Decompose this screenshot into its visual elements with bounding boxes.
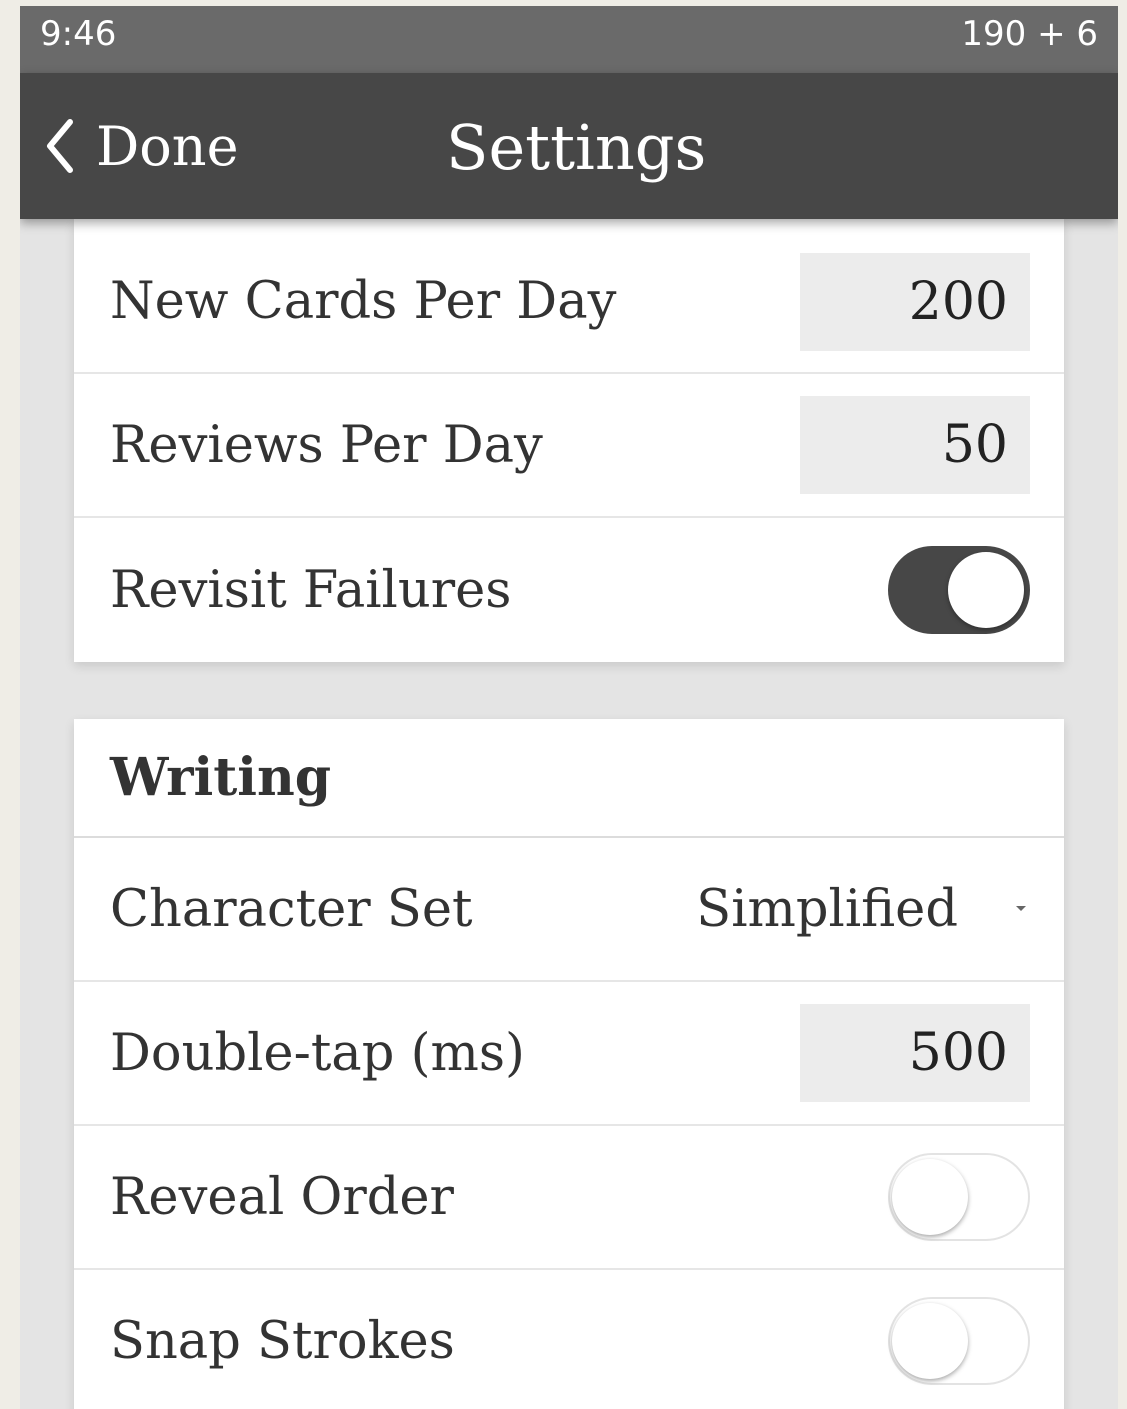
reviews-per-day-label: Reviews Per Day bbox=[110, 415, 543, 475]
toggle-knob bbox=[892, 1159, 968, 1235]
revisit-failures-row: Revisit Failures bbox=[74, 518, 1064, 662]
writing-settings-card: Writing Character Set Simplified Double-… bbox=[74, 719, 1064, 1409]
status-count: 190 + 6 bbox=[961, 14, 1098, 54]
snap-strokes-label: Snap Strokes bbox=[110, 1311, 455, 1371]
toggle-knob bbox=[892, 1303, 968, 1379]
chevron-left-icon bbox=[47, 119, 73, 173]
dropdown-arrow-icon bbox=[1016, 906, 1026, 911]
double-tap-label: Double-tap (ms) bbox=[110, 1023, 525, 1083]
reveal-order-row: Reveal Order bbox=[74, 1126, 1064, 1270]
new-cards-per-day-input[interactable] bbox=[800, 252, 1030, 351]
done-button[interactable]: Done bbox=[42, 73, 239, 219]
writing-heading: Writing bbox=[110, 747, 332, 808]
double-tap-input[interactable] bbox=[800, 1004, 1030, 1102]
new-cards-per-day-row: New Cards Per Day bbox=[74, 219, 1064, 374]
status-time: 9:46 bbox=[40, 14, 117, 54]
reveal-order-toggle[interactable] bbox=[888, 1153, 1030, 1241]
revisit-failures-label: Revisit Failures bbox=[110, 560, 512, 620]
revisit-failures-toggle[interactable] bbox=[888, 546, 1030, 634]
reveal-order-label: Reveal Order bbox=[110, 1167, 454, 1227]
snap-strokes-row: Snap Strokes bbox=[74, 1270, 1064, 1409]
page-title: Settings bbox=[446, 111, 707, 184]
character-set-label: Character Set bbox=[110, 879, 473, 939]
done-button-label: Done bbox=[96, 114, 239, 178]
toggle-knob bbox=[948, 552, 1024, 628]
status-bar: 9:46 190 + 6 bbox=[20, 6, 1118, 73]
nav-bar: Done Settings bbox=[20, 73, 1118, 219]
character-set-value: Simplified bbox=[696, 879, 958, 939]
study-settings-card: New Cards Per Day Reviews Per Day Revisi… bbox=[74, 219, 1064, 662]
writing-section-heading: Writing bbox=[74, 719, 1064, 838]
double-tap-row: Double-tap (ms) bbox=[74, 982, 1064, 1126]
new-cards-per-day-label: New Cards Per Day bbox=[110, 272, 617, 331]
reviews-per-day-row: Reviews Per Day bbox=[74, 374, 1064, 518]
snap-strokes-toggle[interactable] bbox=[888, 1297, 1030, 1385]
reviews-per-day-input[interactable] bbox=[800, 396, 1030, 494]
app-screen: 9:46 190 + 6 Done Settings New Cards Per… bbox=[20, 6, 1118, 1409]
character-set-select[interactable]: Character Set Simplified bbox=[74, 838, 1064, 982]
